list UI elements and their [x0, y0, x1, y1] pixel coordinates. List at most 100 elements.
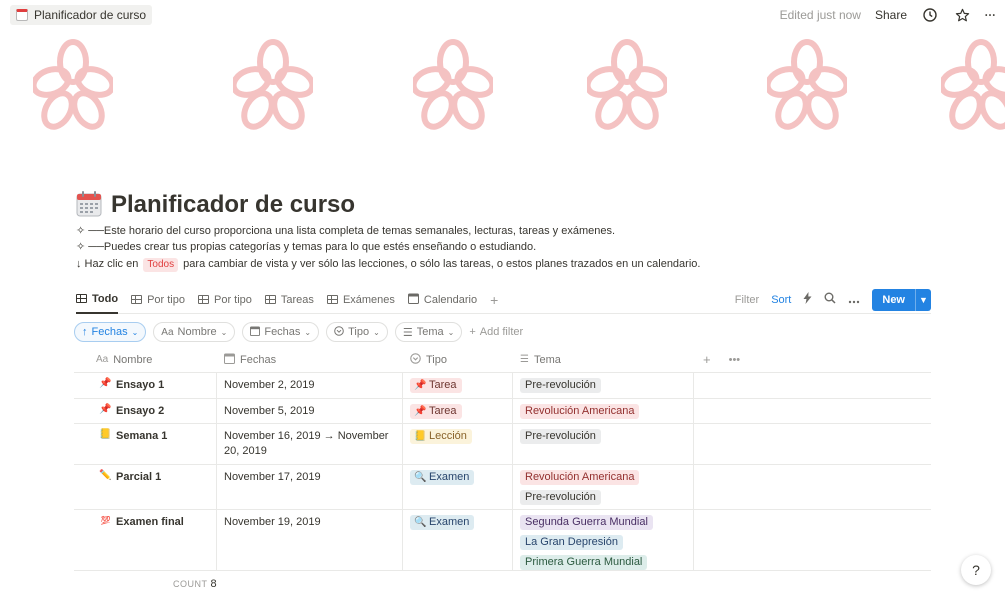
hundred-points-icon: 💯 — [100, 516, 111, 525]
lightning-icon[interactable] — [803, 292, 812, 307]
empty-cell — [693, 373, 931, 398]
help-button[interactable]: ? — [961, 555, 991, 585]
tab-tareas[interactable]: Tareas — [264, 286, 314, 314]
calendar-icon[interactable] — [76, 191, 102, 217]
theme-tag: Pre-revolución — [520, 429, 601, 444]
name-cell[interactable]: ✏️ Parcial 1 — [74, 465, 216, 509]
row-name: Parcial 1 — [116, 471, 162, 483]
new-button[interactable]: New ▼ — [872, 288, 931, 311]
table-row[interactable]: ✏️ Parcial 1 November 17, 2019 🔍 Examen R… — [74, 465, 931, 510]
type-cell[interactable]: 🔍 Examen — [402, 510, 512, 571]
add-filter-button[interactable]: + Add filter — [469, 326, 523, 338]
filter-chip-fechas[interactable]: Fechas ⌄ — [242, 322, 320, 342]
chip-label: Tipo — [348, 326, 370, 338]
tab-todo[interactable]: Todo — [76, 286, 119, 314]
theme-cell[interactable]: Revolución Americana Pre-revolución — [512, 465, 693, 509]
filter-chip-nombre[interactable]: Aa Nombre ⌄ — [153, 322, 236, 342]
more-options-icon[interactable] — [985, 6, 995, 24]
pushpin-icon: 📌 — [414, 380, 427, 391]
column-label: Nombre — [113, 353, 153, 366]
top-bar: Planificador de curso Edited just now Sh… — [0, 0, 1005, 30]
flower-pattern — [413, 39, 493, 130]
name-cell[interactable]: 💯 Examen final — [74, 510, 216, 571]
tab-examenes[interactable]: Exámenes — [326, 286, 395, 314]
arrow-up-icon: ↑ — [82, 326, 88, 338]
multi-select-icon: ☰ — [520, 354, 529, 365]
theme-cell[interactable]: Revolución Americana — [512, 399, 693, 423]
table-row[interactable]: 📌 Ensayo 2 November 5, 2019 📌 Tarea Revol… — [74, 399, 931, 424]
header-actions: + ••• — [693, 347, 931, 372]
column-label: Tipo — [426, 353, 447, 366]
chevron-down-icon: ⌄ — [447, 327, 455, 337]
cover-image — [0, 30, 1005, 170]
theme-cell[interactable]: Pre-revolución — [512, 424, 693, 464]
chip-label: Fechas — [91, 326, 128, 338]
date-cell[interactable]: November 16, 2019 → November 20, 2019 — [216, 424, 402, 464]
more-options-icon[interactable]: ••• — [729, 354, 741, 366]
name-cell[interactable]: 📒 Semana 1 — [74, 424, 216, 464]
table-row[interactable]: 💯 Examen final November 19, 2019 🔍 Examen… — [74, 510, 931, 571]
description-line-2: ✧ ──Puedes crear tus propias categorías … — [76, 241, 537, 253]
sort-button[interactable]: Sort — [771, 294, 791, 306]
chevron-down-icon: ⌄ — [304, 327, 312, 337]
sort-chip-fechas[interactable]: ↑ Fechas ⌄ — [74, 322, 147, 342]
tag-label: Tarea — [429, 379, 457, 391]
date-cell[interactable]: November 2, 2019 — [216, 373, 402, 398]
count-footer[interactable]: COUNT 8 — [173, 578, 217, 590]
type-cell[interactable]: 📌 Tarea — [402, 399, 512, 423]
page-title[interactable]: Planificador de curso — [111, 190, 355, 220]
history-clock-icon[interactable] — [921, 6, 939, 24]
tab-label: Calendario — [423, 293, 478, 306]
tab-por-tipo-2[interactable]: Por tipo — [197, 286, 252, 314]
tag-label: Lección — [429, 430, 467, 442]
calendar-icon — [407, 293, 419, 307]
database-table: Aa Nombre Fechas Tipo ☰ Tema + ••• 📌 Ens… — [74, 347, 931, 571]
text-property-icon: Aa — [161, 326, 174, 338]
new-button-label: New — [882, 293, 905, 306]
flower-pattern — [767, 39, 847, 130]
date-cell[interactable]: November 17, 2019 — [216, 465, 402, 509]
column-header-fechas[interactable]: Fechas — [216, 347, 402, 372]
favorite-star-icon[interactable] — [953, 6, 971, 24]
description-text: para cambiar de vista y ver sólo las lec… — [183, 258, 701, 270]
theme-cell[interactable]: Segunda Guerra Mundial La Gran Depresión… — [512, 510, 693, 571]
theme-cell[interactable]: Pre-revolución — [512, 373, 693, 398]
table-row[interactable]: 📌 Ensayo 1 November 2, 2019 📌 Tarea Pre-r… — [74, 373, 931, 399]
filter-button[interactable]: Filter — [735, 294, 759, 306]
filter-chip-tipo[interactable]: Tipo ⌄ — [326, 322, 388, 342]
empty-cell — [693, 424, 931, 464]
filter-chip-tema[interactable]: ☰ Tema ⌄ — [394, 322, 463, 342]
flower-pattern — [33, 39, 113, 130]
column-header-tipo[interactable]: Tipo — [402, 347, 512, 372]
type-cell[interactable]: 📒 Lección — [402, 424, 512, 464]
type-tag: 📌 Tarea — [410, 404, 462, 419]
name-cell[interactable]: 📌 Ensayo 2 — [74, 399, 216, 423]
more-options-icon[interactable] — [848, 293, 860, 307]
tag-label: Examen — [429, 471, 470, 483]
add-property-icon[interactable]: + — [703, 352, 711, 367]
column-header-nombre[interactable]: Aa Nombre — [74, 347, 216, 372]
select-property-icon — [334, 325, 344, 339]
date-cell[interactable]: November 5, 2019 — [216, 399, 402, 423]
search-icon[interactable] — [824, 292, 836, 307]
add-filter-label: Add filter — [479, 326, 524, 338]
breadcrumb[interactable]: Planificador de curso — [10, 5, 153, 25]
table-row[interactable]: 📒 Semana 1 November 16, 2019 → November … — [74, 424, 931, 465]
date-cell[interactable]: November 19, 2019 — [216, 510, 402, 571]
empty-cell — [693, 465, 931, 509]
tab-label: Todo — [92, 292, 119, 305]
chevron-down-icon[interactable]: ▼ — [915, 288, 931, 311]
add-view-icon[interactable]: + — [490, 286, 498, 314]
type-cell[interactable]: 📌 Tarea — [402, 373, 512, 398]
breadcrumb-label: Planificador de curso — [34, 8, 147, 22]
share-button[interactable]: Share — [875, 8, 907, 22]
type-cell[interactable]: 🔍 Examen — [402, 465, 512, 509]
description-line-1: ✧ ──Este horario del curso proporciona u… — [76, 225, 616, 237]
filter-bar: ↑ Fechas ⌄ Aa Nombre ⌄ Fechas ⌄ Tipo ⌄ ☰… — [74, 322, 523, 342]
column-header-tema[interactable]: ☰ Tema — [512, 347, 693, 372]
row-name: Examen final — [116, 516, 184, 528]
tab-por-tipo[interactable]: Por tipo — [131, 286, 185, 314]
tab-calendario[interactable]: Calendario — [407, 286, 478, 314]
chevron-down-icon: ⌄ — [373, 327, 380, 337]
name-cell[interactable]: 📌 Ensayo 1 — [74, 373, 216, 398]
